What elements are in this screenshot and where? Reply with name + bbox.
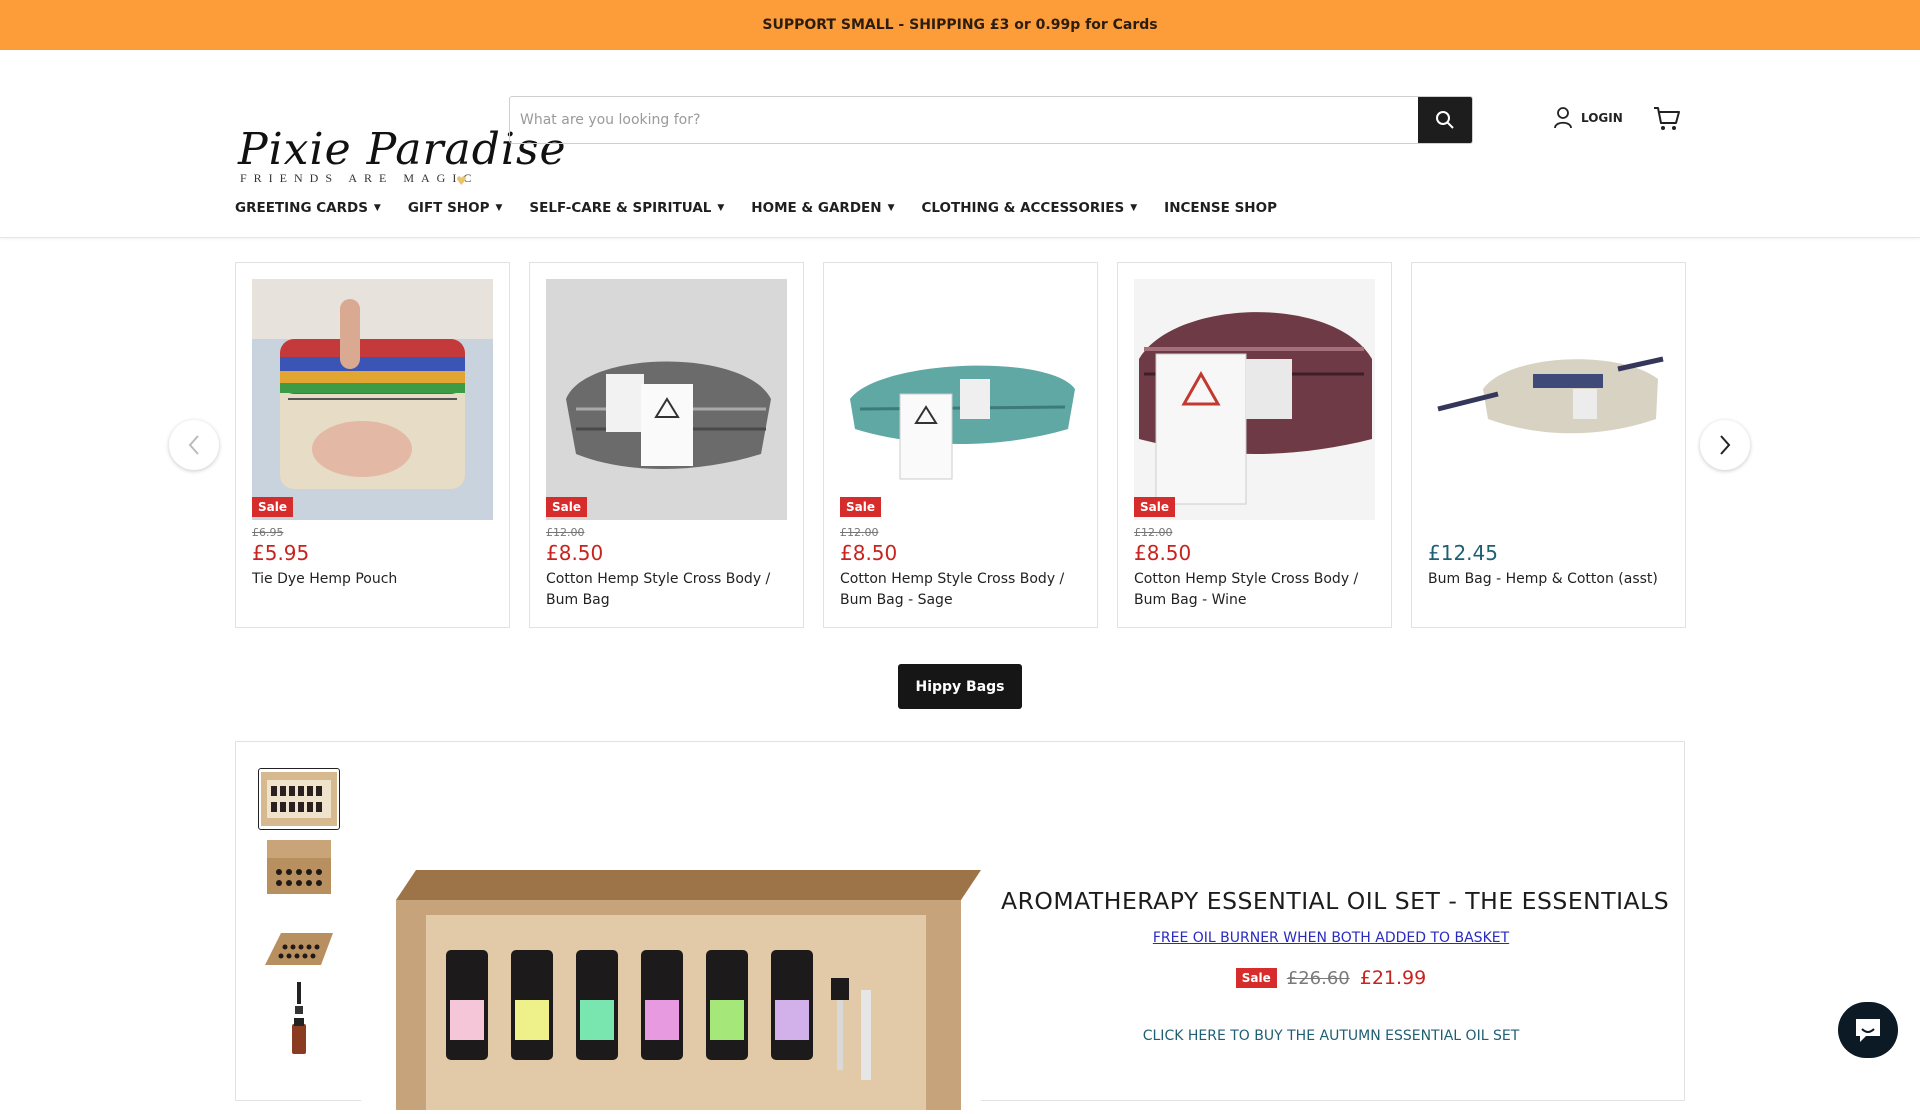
compare-price: £26.60 [1286,967,1350,989]
chat-button[interactable] [1838,1002,1898,1058]
nav-greeting-cards[interactable]: GREETING CARDS ▼ [235,200,381,216]
announcement-text: SUPPORT SMALL - SHIPPING £3 or 0.99p for… [762,17,1158,33]
nav-self-care[interactable]: SELF-CARE & SPIRITUAL ▼ [529,200,724,216]
nav-clothing[interactable]: CLOTHING & ACCESSORIES ▼ [921,200,1137,216]
sale-badge: Sale [840,497,881,517]
login-label: LOGIN [1581,111,1623,125]
product-card[interactable]: Sale £12.00 £8.50 Cotton Hemp Style Cros… [1117,262,1392,628]
search-input[interactable] [510,97,1418,143]
featured-price-row: Sale £26.60 £21.99 [1001,967,1661,989]
product-image[interactable] [840,279,1081,520]
search-button[interactable] [1418,97,1472,143]
chevron-down-icon: ▼ [1130,203,1138,213]
chevron-right-icon [1720,435,1731,455]
product-image[interactable] [1428,279,1669,520]
search-bar [509,96,1473,144]
collection-button[interactable]: Hippy Bags [898,664,1022,709]
announcement-bar: SUPPORT SMALL - SHIPPING £3 or 0.99p for… [0,0,1920,50]
product-price: £12.45 [1428,541,1498,565]
product-price: £8.50 [1134,541,1192,565]
compare-price: £12.00 [546,526,585,539]
product-image[interactable] [1134,279,1375,520]
search-icon [1436,111,1454,129]
logo-tagline: FRIENDS ARE MAGIC [240,171,479,185]
product-thumbnail[interactable] [258,768,340,830]
product-thumbnail[interactable] [258,919,340,981]
product-card[interactable]: Sale £12.00 £8.50 Cotton Hemp Style Cros… [529,262,804,628]
site-logo[interactable]: Pixie Paradise FRIENDS ARE MAGIC ♥ [238,124,567,210]
chevron-down-icon: ▼ [495,203,503,213]
product-image[interactable] [546,279,787,520]
logo-script: Pixie Paradise [238,124,567,175]
carousel-prev-button[interactable] [169,420,219,470]
chevron-down-icon: ▼ [373,203,381,213]
compare-price: £12.00 [840,526,879,539]
product-title[interactable]: Cotton Hemp Style Cross Body / Bum Bag -… [1134,569,1379,611]
featured-product-title-wrap: AROMATHERAPY ESSENTIAL OIL SET - THE ESS… [236,887,1686,915]
sale-badge: Sale [1134,497,1175,517]
product-title[interactable]: Cotton Hemp Style Cross Body / Bum Bag [546,569,791,611]
chevron-down-icon: ▼ [887,203,895,213]
product-price: £21.99 [1359,967,1427,989]
nav-home-garden[interactable]: HOME & GARDEN ▼ [751,200,894,216]
autumn-set-link[interactable]: CLICK HERE TO BUY THE AUTUMN ESSENTIAL O… [1001,1028,1661,1044]
carousel-next-button[interactable] [1700,420,1750,470]
promo-link[interactable]: FREE OIL BURNER WHEN BOTH ADDED TO BASKE… [1001,930,1661,946]
product-price: £8.50 [840,541,898,565]
product-card[interactable]: Sale £6.95 £5.95 Tie Dye Hemp Pouch [235,262,510,628]
chevron-down-icon: ▼ [717,203,725,213]
user-icon [1554,107,1572,129]
product-title[interactable]: Bum Bag - Hemp & Cotton (asst) [1428,569,1673,590]
product-price: £5.95 [252,541,310,565]
product-image[interactable] [252,279,493,520]
cart-button[interactable] [1653,106,1681,136]
cart-icon [1654,107,1680,130]
product-card[interactable]: Sale £12.00 £8.50 Cotton Hemp Style Cros… [823,262,1098,628]
sale-badge: Sale [1235,968,1277,988]
main-nav: GREETING CARDS ▼ GIFT SHOP ▼ SELF-CARE & S… [235,200,1277,216]
sale-badge: Sale [546,497,587,517]
login-link[interactable]: LOGIN [1553,107,1623,129]
featured-product-title: AROMATHERAPY ESSENTIAL OIL SET - THE ESS… [1001,887,1670,915]
product-card[interactable]: £12.45 Bum Bag - Hemp & Cotton (asst) [1411,262,1686,628]
nav-gift-shop[interactable]: GIFT SHOP ▼ [408,200,503,216]
product-carousel: Sale £6.95 £5.95 Tie Dye Hemp Pouch Sale… [0,262,1920,630]
chevron-left-icon [188,435,199,455]
product-price: £8.50 [546,541,604,565]
chat-icon [1856,1019,1880,1042]
heart-icon: ♥ [456,174,467,188]
compare-price: £6.95 [252,526,284,539]
sale-badge: Sale [252,497,293,517]
product-title[interactable]: Cotton Hemp Style Cross Body / Bum Bag -… [840,569,1085,611]
compare-price: £12.00 [1134,526,1173,539]
featured-product: AROMATHERAPY ESSENTIAL OIL SET - THE ESS… [235,741,1686,1110]
product-thumbnail[interactable] [258,982,340,1054]
product-title[interactable]: Tie Dye Hemp Pouch [252,569,497,590]
nav-incense-shop[interactable]: INCENSE SHOP [1164,200,1277,216]
